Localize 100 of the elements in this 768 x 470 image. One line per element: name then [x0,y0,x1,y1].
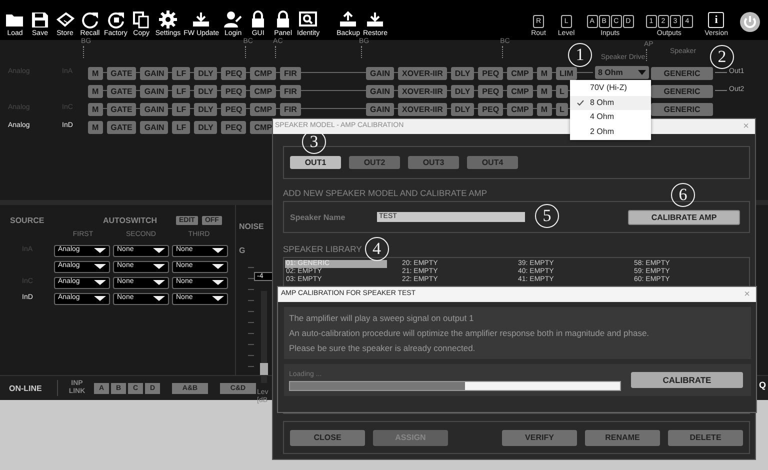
speaker-button[interactable]: GENERIC [651,103,713,116]
dialog-button[interactable]: VERIFY [502,430,577,446]
circular-arrow-icon [106,10,126,29]
menu-item[interactable]: 70V (Hi-Z) [570,81,651,96]
dsp-block[interactable]: GATE [106,103,136,116]
menu-item[interactable]: 8 Ohm [570,96,651,110]
dialog-button[interactable]: CLOSE [290,430,365,446]
dsp-block[interactable]: PEQ [221,103,246,116]
dsp-block[interactable]: M [536,103,552,116]
dsp-block[interactable]: GATE [106,85,136,98]
settings-icon [158,10,178,29]
field-label: Speaker Name [290,212,346,222]
dsp-block[interactable]: PEQ [478,103,504,116]
caret-icon [212,248,224,253]
output-tab[interactable]: OUT1 [290,156,341,169]
close-button[interactable]: × [743,122,749,132]
dsp-block[interactable]: CMP [507,85,533,98]
dialog-button[interactable]: DELETE [668,430,743,446]
output-tab[interactable]: OUT4 [467,156,518,169]
upload-tray-icon [338,10,358,29]
dsp-block[interactable]: GAIN [140,67,168,80]
dsp-block[interactable]: DLY [450,85,474,98]
dsp-block[interactable]: FIR [280,67,301,80]
dsp-block[interactable]: LF [172,67,190,80]
menu-item[interactable]: 2 Ohm [570,124,651,139]
output-tab[interactable]: OUT2 [349,156,400,169]
section-heading: ADD NEW SPEAKER MODEL AND CALIBRATE AMP [283,187,488,200]
dsp-block[interactable]: GAIN [366,67,394,80]
dsp-block[interactable]: XOVER-IIR [398,85,447,98]
dsp-block[interactable]: M [536,85,552,98]
dsp-block[interactable]: GAIN [366,85,394,98]
section-label: AUTOSWITCH [103,216,158,224]
dsp-block[interactable]: M [88,121,103,134]
speaker-button[interactable]: GENERIC [651,85,713,98]
caret-icon [638,70,646,74]
dsp-block[interactable]: CMP [507,103,533,116]
dsp-block[interactable]: DLY [194,103,218,116]
dsp-block[interactable]: GAIN [366,103,394,116]
dsp-block[interactable]: CMP [507,67,533,80]
dsp-block[interactable]: PEQ [221,67,246,80]
indicator-key[interactable]: i [708,12,724,28]
dsp-block[interactable]: LIM [556,67,578,80]
dsp-block[interactable]: GAIN [140,121,168,134]
dialog-button[interactable]: RENAME [585,430,660,446]
dsp-block[interactable]: GAIN [140,103,168,116]
callout-number: 4 [364,237,389,261]
dsp-block[interactable]: GAIN [140,85,168,98]
fader-track[interactable] [261,291,267,383]
download-tray-icon [191,10,212,29]
dsp-block[interactable]: PEQ [221,121,246,134]
caret-icon [94,248,106,253]
output-tab[interactable]: OUT3 [408,156,459,169]
dsp-block[interactable]: DLY [450,67,474,80]
dsp-block[interactable]: DLY [194,85,218,98]
dsp-block[interactable]: LF [172,85,190,98]
chip-icon [55,10,75,29]
dsp-block[interactable]: LF [172,121,190,134]
dsp-block[interactable]: M [88,85,103,98]
panel-title: NOISE G [239,222,264,255]
dsp-block[interactable]: M [536,67,552,80]
caret-icon [153,280,165,285]
search-icon [298,10,318,29]
dsp-block[interactable]: M [88,67,103,80]
caret-icon [212,280,224,285]
dsp-block[interactable]: FIR [280,103,301,116]
speaker-button[interactable]: GENERIC [651,67,713,80]
dsp-block[interactable]: XOVER-IIR [398,103,447,116]
message-text: The amplifier will play a sweep signal on output 1 [289,312,475,325]
dsp-block[interactable]: L [556,103,568,116]
dsp-block[interactable]: PEQ [478,85,504,98]
caret-icon [94,280,106,285]
callout-number: 3 [302,130,326,154]
drive-dropdown[interactable]: 8 Ohm [595,66,649,78]
power-icon[interactable] [740,12,760,32]
fader-thumb[interactable] [260,363,268,375]
dsp-block[interactable]: CMP [250,67,276,80]
dsp-block[interactable]: CMP [250,85,276,98]
close-button[interactable]: × [744,290,750,300]
caret-icon [153,264,165,269]
dsp-block[interactable]: CMP [250,103,276,116]
caret-icon [94,296,106,301]
dsp-block[interactable]: DLY [194,121,218,134]
dsp-block[interactable]: L [556,85,568,98]
caret-icon [212,296,224,301]
section-heading: SPEAKER LIBRARY [283,243,362,256]
dsp-block[interactable]: M [88,103,103,116]
dsp-block[interactable]: XOVER-IIR [398,67,447,80]
callout-number: 2 [710,44,734,68]
dsp-block[interactable]: LF [172,103,190,116]
dsp-block[interactable]: DLY [194,67,218,80]
calibrate-amp-button[interactable]: CALIBRATE AMP [628,210,740,224]
dsp-block[interactable]: PEQ [221,85,246,98]
dsp-block[interactable]: PEQ [478,67,504,80]
dsp-block[interactable]: GATE [106,67,136,80]
menu-item[interactable]: 4 Ohm [570,110,651,124]
dsp-block[interactable]: FIR [280,85,301,98]
check-icon [576,100,584,106]
calibrate-button[interactable]: CALIBRATE [631,372,743,388]
dsp-block[interactable]: GATE [106,121,136,134]
dsp-block[interactable]: DLY [450,103,474,116]
